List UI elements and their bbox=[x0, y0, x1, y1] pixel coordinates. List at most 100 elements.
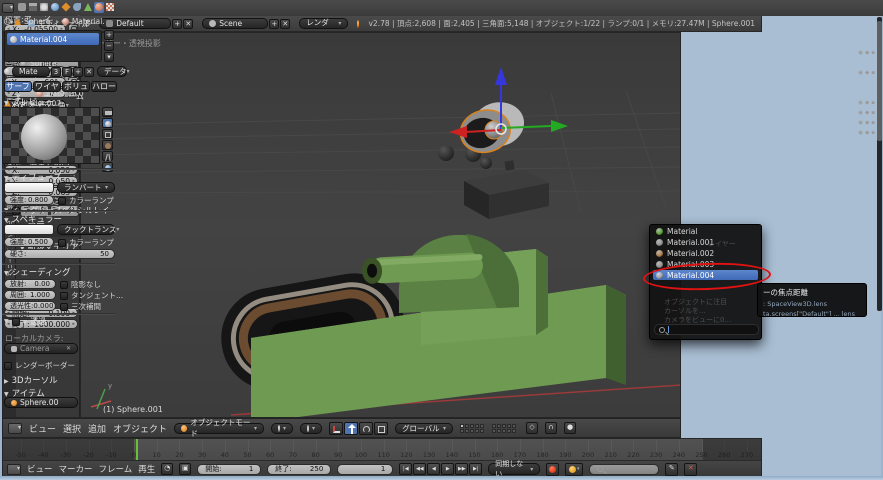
outliner-row[interactable]: Cylinder.007◉◆▪ bbox=[0, 98, 883, 108]
renderability-camera-icon[interactable]: ▪ bbox=[871, 100, 875, 106]
outliner-row[interactable]: Sphere.001◉◆▪ bbox=[0, 48, 883, 58]
selectability-cursor-icon[interactable]: ◆ bbox=[865, 100, 869, 106]
layer-square[interactable] bbox=[465, 424, 469, 428]
viewport-editor-type-icon[interactable] bbox=[8, 423, 22, 434]
selectability-cursor-icon[interactable]: ◆ bbox=[865, 120, 869, 126]
pivot-dropdown[interactable]: ▾ bbox=[300, 423, 322, 434]
selectability-cursor-icon[interactable]: ◆ bbox=[865, 50, 869, 56]
delete-keyframe-icon[interactable]: ✕ bbox=[684, 463, 697, 476]
render-border-checkbox[interactable] bbox=[4, 362, 12, 370]
material-menu-item[interactable]: Material.002 bbox=[653, 248, 758, 258]
layer-square[interactable] bbox=[492, 429, 496, 433]
outliner-row[interactable]: Sphere.002 bbox=[0, 28, 883, 38]
layer-square[interactable] bbox=[507, 429, 511, 433]
frame-end-field[interactable]: 終了:250 bbox=[267, 464, 331, 475]
orientation-dropdown[interactable]: グローバル▾ bbox=[395, 423, 453, 434]
timeline-playhead[interactable] bbox=[136, 439, 138, 460]
play-reverse-button[interactable]: ◀ bbox=[427, 463, 440, 475]
visibility-eye-icon[interactable]: ◉ bbox=[858, 120, 863, 126]
shading-dropdown[interactable]: ▾ bbox=[271, 423, 293, 434]
renderability-camera-icon[interactable]: ▪ bbox=[871, 120, 875, 126]
layer-square[interactable] bbox=[502, 429, 506, 433]
viewport-menu-view[interactable]: ビュー bbox=[29, 422, 56, 435]
manipulator-rotate-icon[interactable] bbox=[359, 422, 373, 435]
layer-square[interactable] bbox=[480, 429, 484, 433]
outliner-row[interactable]: 2◉◆▪ bbox=[0, 118, 883, 128]
layer-grid[interactable] bbox=[460, 424, 519, 433]
renderability-camera-icon[interactable]: ▪ bbox=[871, 50, 875, 56]
layer-square[interactable] bbox=[507, 424, 511, 428]
lock-layers-icon[interactable]: ◇ bbox=[526, 422, 538, 434]
material-menu-item[interactable]: Material.001 bbox=[653, 237, 758, 247]
render-border-row[interactable]: レンダーボーダー bbox=[4, 360, 75, 371]
outliner-row[interactable]: Sphere bbox=[0, 58, 883, 68]
layer-square[interactable] bbox=[492, 424, 496, 428]
next-keyframe-button[interactable]: ▶▶ bbox=[455, 463, 468, 475]
layer-square[interactable] bbox=[502, 424, 506, 428]
play-button[interactable]: ▶ bbox=[441, 463, 454, 475]
viewport-menu-add[interactable]: 追加 bbox=[88, 422, 106, 435]
visibility-eye-icon[interactable]: ◉ bbox=[858, 130, 863, 136]
keying-set-type-dropdown[interactable]: ▾ bbox=[565, 463, 583, 476]
local-camera-field[interactable]: Camera✕ bbox=[4, 343, 78, 354]
timeline-menu-frame[interactable]: フレーム bbox=[99, 463, 133, 475]
preview-range-icon[interactable]: ◔ bbox=[161, 463, 173, 475]
outliner-row[interactable]: Material.0 bbox=[0, 88, 883, 98]
snap-magnet-icon[interactable]: ∩ bbox=[545, 422, 557, 434]
visibility-eye-icon[interactable]: ◉ bbox=[858, 50, 863, 56]
outliner-row[interactable]: Sphere.002◉◆▪ bbox=[0, 68, 883, 78]
current-frame-field[interactable]: 1 bbox=[337, 464, 393, 475]
outliner-row[interactable]: 5◉◆▪ bbox=[0, 128, 883, 138]
mode-dropdown[interactable]: オブジェクトモード▾ bbox=[174, 423, 264, 434]
timeline-menu-marker[interactable]: マーカー bbox=[59, 463, 93, 475]
manipulator-scale-icon[interactable] bbox=[374, 422, 388, 435]
selectability-cursor-icon[interactable]: ◆ bbox=[865, 70, 869, 76]
timeline-menu-view[interactable]: ビュー bbox=[27, 463, 53, 475]
timeline-menu-playback[interactable]: 再生 bbox=[138, 463, 155, 475]
item-name-field[interactable]: Sphere.00 bbox=[4, 397, 78, 406]
visibility-eye-icon[interactable]: ◉ bbox=[858, 70, 863, 76]
prev-keyframe-button[interactable]: ◀◀ bbox=[413, 463, 426, 475]
layer-square[interactable] bbox=[480, 424, 484, 428]
outliner-row[interactable]: Material.004 bbox=[0, 38, 883, 48]
visibility-eye-icon[interactable]: ◉ bbox=[858, 100, 863, 106]
outliner-row[interactable]: モディファイアー bbox=[0, 18, 883, 28]
layer-square[interactable] bbox=[475, 429, 479, 433]
manipulator-translate-icon[interactable] bbox=[344, 422, 358, 435]
popup-search-field[interactable] bbox=[654, 324, 759, 335]
sync-dropdown[interactable]: 同期しない▾ bbox=[488, 463, 540, 475]
cursor-3d-header[interactable]: 3Dカーソル bbox=[4, 374, 78, 386]
timeline-editor-type-icon[interactable] bbox=[7, 464, 21, 475]
selectability-cursor-icon[interactable]: ◆ bbox=[865, 110, 869, 116]
layer-square[interactable] bbox=[497, 429, 501, 433]
viewport-menu-select[interactable]: 選択 bbox=[63, 422, 81, 435]
layer-square[interactable] bbox=[512, 429, 516, 433]
frame-start-field[interactable]: 開始:1 bbox=[197, 464, 261, 475]
frame-lock-icon[interactable]: ▣ bbox=[179, 463, 191, 475]
renderability-camera-icon[interactable]: ▪ bbox=[871, 110, 875, 116]
jump-to-start-button[interactable]: |◀ bbox=[399, 463, 412, 475]
renderability-camera-icon[interactable]: ▪ bbox=[871, 70, 875, 76]
timeline-ruler[interactable]: -50-40-30-20-100102030405060708090100110… bbox=[3, 439, 761, 460]
layer-square[interactable] bbox=[512, 424, 516, 428]
selectability-cursor-icon[interactable]: ◆ bbox=[865, 130, 869, 136]
insert-keyframe-icon[interactable]: ✎ bbox=[665, 463, 678, 476]
layer-square[interactable] bbox=[460, 429, 464, 433]
material-menu-item[interactable]: Material bbox=[653, 226, 758, 236]
visibility-eye-icon[interactable]: ◉ bbox=[858, 110, 863, 116]
auto-keyframe-button[interactable] bbox=[546, 463, 559, 476]
outliner-row[interactable]: 1◉◆▪ bbox=[0, 108, 883, 118]
viewport-menu-object[interactable]: オブジェクト bbox=[113, 422, 167, 435]
layer-square[interactable] bbox=[475, 424, 479, 428]
renderability-camera-icon[interactable]: ▪ bbox=[871, 130, 875, 136]
layer-square[interactable] bbox=[470, 424, 474, 428]
layer-square[interactable] bbox=[465, 429, 469, 433]
layer-square[interactable] bbox=[470, 429, 474, 433]
layer-square[interactable] bbox=[497, 424, 501, 428]
layer-square[interactable] bbox=[460, 424, 464, 428]
jump-to-end-button[interactable]: ▶| bbox=[469, 463, 482, 475]
outliner-row[interactable]: Sphere.001 bbox=[0, 78, 883, 88]
manipulator-axes-icon[interactable] bbox=[329, 422, 343, 435]
keying-set-field[interactable] bbox=[589, 464, 659, 475]
render-opengl-icon[interactable]: ● bbox=[564, 422, 576, 434]
